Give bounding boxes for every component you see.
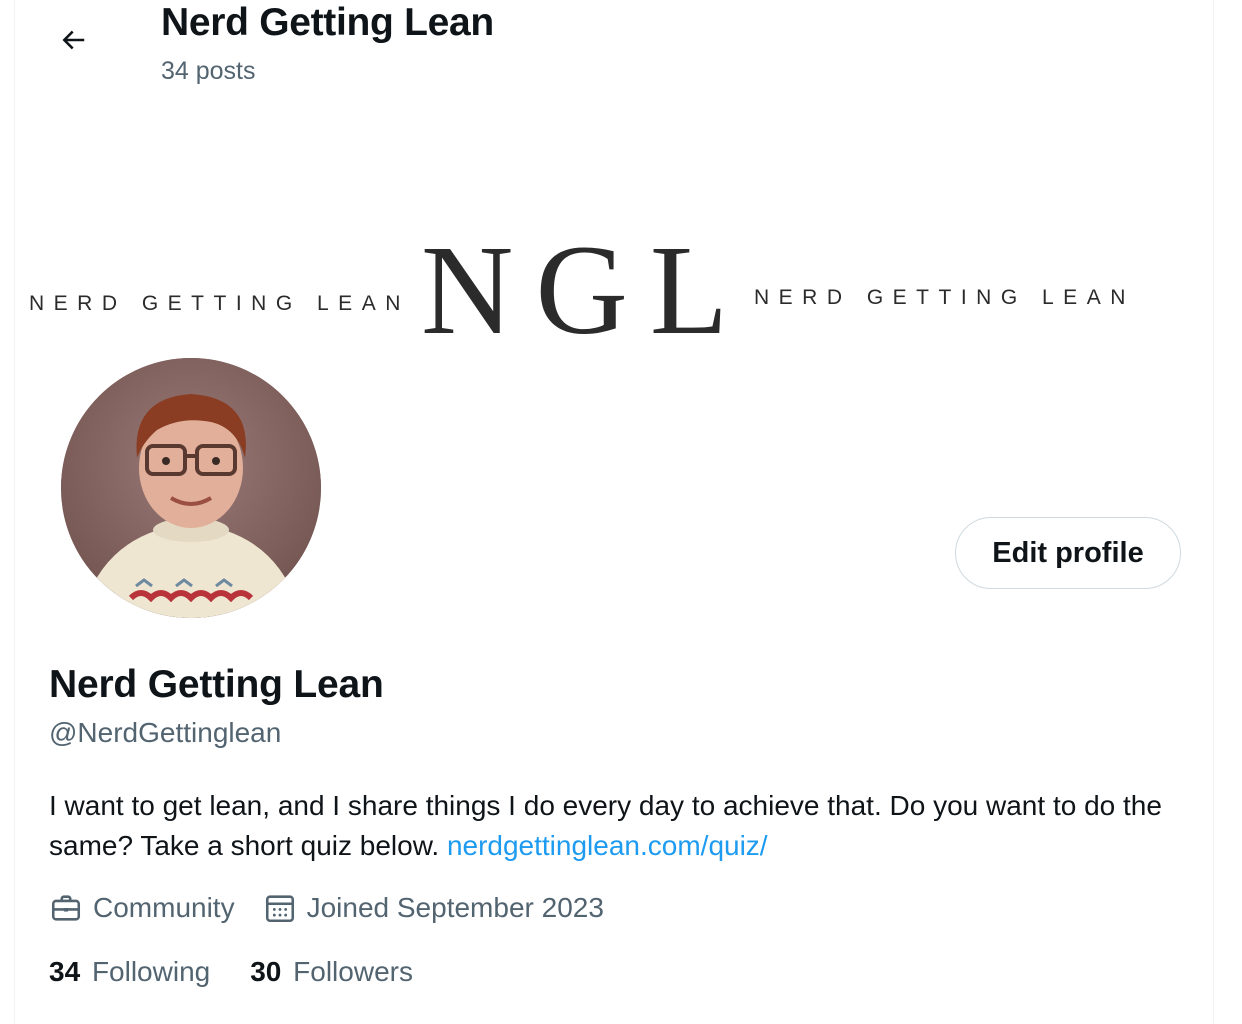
user-handle: @NerdGettinglean (49, 717, 282, 748)
briefcase-icon (51, 895, 81, 921)
display-name: Nerd Getting Lean (49, 663, 384, 706)
category-label: Community (93, 892, 235, 923)
calendar-icon (265, 895, 294, 923)
joined-item: Joined September 2023 (263, 890, 604, 926)
followers-link[interactable]: 30 Followers (250, 954, 413, 990)
avatar-photo (61, 358, 321, 618)
bio-link[interactable]: nerdgettinglean.com/quiz/ (447, 830, 768, 861)
header-post-count: 34 posts (161, 57, 256, 85)
following-link[interactable]: 34 Following (49, 954, 210, 990)
banner-left-text: NERD GETTING LEAN (29, 292, 410, 315)
profile-banner[interactable]: NERD GETTING LEAN NGL NERD GETTING LEAN (15, 200, 1213, 370)
header-title: Nerd Getting Lean (161, 1, 494, 44)
followers-count: 30 (250, 956, 282, 987)
edit-profile-button[interactable]: Edit profile (955, 517, 1181, 589)
banner-logo: NGL (421, 219, 751, 361)
follow-counts: 34 Following 30 Followers (49, 954, 453, 990)
avatar[interactable] (57, 354, 325, 622)
banner-right-text: NERD GETTING LEAN (754, 286, 1135, 309)
profile-bio: I want to get lean, and I share things I… (49, 786, 1189, 866)
profile-meta: Community Joined September 2023 (49, 890, 632, 926)
back-button[interactable] (51, 18, 95, 62)
profile-column: Nerd Getting Lean 34 posts NERD GETTING … (14, 0, 1214, 1024)
following-count: 34 (49, 956, 81, 987)
joined-label: Joined September 2023 (306, 892, 604, 923)
followers-label: Followers (293, 956, 413, 987)
arrow-left-icon (62, 30, 85, 50)
category-item: Community (49, 890, 235, 926)
following-label: Following (91, 956, 211, 987)
